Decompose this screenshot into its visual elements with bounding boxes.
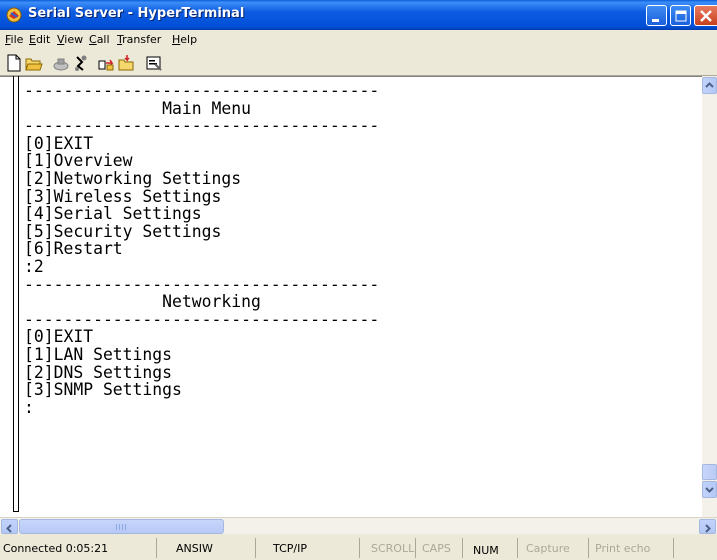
menu-view[interactable]: View [57,33,83,46]
status-bar: Connected 0:05:21 ANSIW TCP/IP SCROLL CA… [0,535,717,560]
hyperterminal-window: Serial Server - HyperTerminal File Edit … [0,0,717,560]
status-scroll-lock: SCROLL [368,538,416,558]
scroll-right-button[interactable] [699,519,716,534]
terminal-line: Main Menu [24,98,251,118]
maximize-icon [675,10,687,22]
terminal-left-border-inner [18,76,19,512]
maximize-button[interactable] [670,5,691,26]
terminal-line: ------------------------------------ [24,116,380,136]
terminal-line: [2]Networking Settings [24,168,242,188]
status-connection-time: Connected 0:05:21 [0,538,157,558]
menu-help[interactable]: Help [172,33,197,46]
minimize-icon [652,19,659,22]
menu-edit[interactable]: Edit [29,33,50,46]
status-num-lock: NUM [470,538,518,558]
terminal-output[interactable]: ------------------------------------ Mai… [24,82,379,416]
vertical-scrollbar[interactable] [702,76,717,517]
send-icon[interactable] [97,54,115,72]
terminal-line: : [24,397,34,417]
horizontal-scroll-thumb[interactable] [19,519,224,534]
window-title: Serial Server - HyperTerminal [28,6,245,21]
terminal-left-border [13,76,14,512]
menu-transfer[interactable]: Transfer [117,33,161,46]
connect-icon[interactable] [52,54,70,72]
horizontal-scrollbar[interactable] [0,517,717,534]
close-icon [700,10,712,22]
terminal-line: Networking [24,292,261,312]
scroll-up-button[interactable] [702,77,717,94]
terminal-line: ------------------------------------ [24,274,380,294]
hyperterminal-app-icon[interactable] [6,7,22,23]
new-icon[interactable] [5,54,23,72]
scroll-grip-icon [116,524,128,530]
receive-icon[interactable] [117,54,135,72]
minimize-button[interactable] [646,5,667,26]
terminal-line: [2]DNS Settings [24,362,173,382]
terminal-line: ------------------------------------ [24,81,380,100]
terminal-line: [1]Overview [24,151,133,171]
terminal-line: [3]SNMP Settings [24,380,182,400]
disconnect-icon[interactable] [72,54,90,72]
terminal-line: ------------------------------------ [24,309,380,329]
chevron-up-icon [705,82,714,88]
terminal-line: :2 [24,256,44,276]
status-emulation: ANSIW [173,538,256,558]
status-protocol: TCP/IP [270,538,360,558]
toolbar [0,50,717,76]
terminal-line: [4]Serial Settings [24,204,202,224]
status-blank [678,538,717,558]
terminal-line: [0]EXIT [24,133,94,153]
menu-call[interactable]: Call [89,33,110,46]
terminal-line: [0]EXIT [24,327,94,347]
status-capture: Capture [523,538,589,558]
close-button[interactable] [694,5,717,26]
menu-bar: File Edit View Call Transfer Help [0,30,717,50]
scroll-left-button[interactable] [1,519,18,534]
chevron-right-icon [705,524,711,533]
terminal-line: [3]Wireless Settings [24,186,222,206]
status-print-echo: Print echo [592,538,674,558]
terminal-line: [5]Security Settings [24,221,222,241]
chevron-down-icon [705,487,714,493]
title-bar[interactable]: Serial Server - HyperTerminal [0,0,717,30]
open-icon[interactable] [25,54,43,72]
vertical-scroll-thumb[interactable] [702,464,717,480]
terminal-line: [1]LAN Settings [24,344,173,364]
menu-file[interactable]: File [5,33,23,46]
chevron-left-icon [6,524,12,533]
status-caps-lock: CAPS [419,538,463,558]
terminal-line: [6]Restart [24,239,123,259]
terminal-left-border-bottom [13,511,19,512]
properties-icon[interactable] [145,54,163,72]
scroll-down-button[interactable] [702,481,717,498]
